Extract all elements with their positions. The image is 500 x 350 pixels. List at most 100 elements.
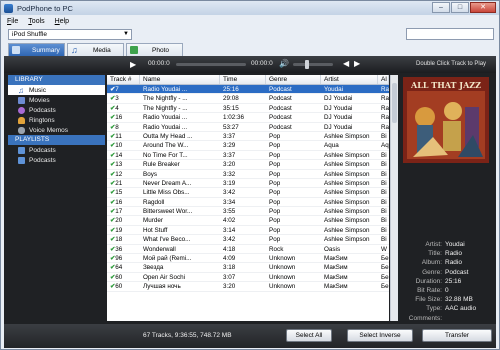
scroll-thumb[interactable]	[392, 83, 397, 123]
album-cell: Bi	[381, 151, 387, 159]
album-cell: Bi	[381, 170, 387, 178]
column-genre[interactable]: Genre	[266, 75, 321, 84]
sidebar-item-playlist[interactable]: Podcasts	[8, 155, 105, 165]
table-row[interactable]: ✔19 Hot Stuff 3:14 Pop Ashlee Simpson Bi	[107, 226, 389, 236]
album-cell: Bi	[381, 132, 387, 140]
table-row[interactable]: ✔13 Rule Breaker 3:20 Pop Ashlee Simpson Bi	[107, 160, 389, 170]
table-row[interactable]: ✔16 Ragdoll 3:34 Pop Ashlee Simpson Bi	[107, 198, 389, 208]
table-row[interactable]: ✔15 Little Miss Obs... 3:42 Pop Ashlee Simps…	[107, 188, 389, 198]
table-row[interactable]: ✔10 Around The W... 3:29 Pop Aqua Aq	[107, 141, 389, 151]
table-row[interactable]: ✔60 Лучшая ночь 3:20 Unknown МакSим Бе	[107, 282, 389, 292]
time-cell: 4:18	[223, 245, 236, 253]
track-number: 17	[115, 208, 123, 216]
column-time[interactable]: Time	[220, 75, 266, 84]
table-row[interactable]: ✔3 The Nightfly - ... 29:08 Podcast DJ Youda…	[107, 94, 389, 104]
time-cell: 4:09	[223, 255, 236, 263]
sidebar-item-music[interactable]: ♫ Music	[8, 85, 105, 95]
minimize-button[interactable]: –	[432, 2, 450, 13]
sidebar-item-playlist[interactable]: Podcasts	[8, 145, 105, 155]
detail-key: Bit Rate:	[417, 286, 442, 294]
select-inverse-button[interactable]: Select Inverse	[347, 329, 413, 342]
table-row[interactable]: ✔11 Outta My Head ... 3:37 Pop Ashlee Simpso…	[107, 132, 389, 142]
table-body: ✔7 Radio Youdai ... 25:16 Podcast Youdai Ra ✔3…	[107, 85, 389, 292]
table-row[interactable]: ✔16 Radio Youdai ... 1:02:36 Podcast DJ Youd…	[107, 113, 389, 123]
title-bar[interactable]: PodPhone to PC – □ ✕	[1, 1, 499, 15]
time-cell: 35:15	[223, 104, 239, 112]
artist-cell: Ashlee Simpson	[324, 151, 370, 159]
search-input[interactable]	[406, 28, 494, 40]
album-cell: Бе	[381, 283, 389, 291]
detail-row: Genre: Podcast	[401, 268, 494, 277]
table-row[interactable]: ✔21 Never Dream A... 3:19 Pop Ashlee Simpson…	[107, 179, 389, 189]
artist-cell: DJ Youdai	[324, 123, 353, 131]
sidebar: LIBRARY ♫ Music Movies Podcasts Ringtons…	[8, 75, 105, 323]
next-icon[interactable]: ▶	[354, 59, 360, 68]
track-number-cell: ✔60	[107, 282, 140, 290]
previous-icon[interactable]: ◀	[343, 59, 349, 68]
progress-slider[interactable]	[176, 63, 246, 66]
artist-cell: Youdai	[324, 86, 344, 93]
track-number-cell: ✔3	[107, 94, 140, 102]
name-cell: Around The W...	[143, 142, 189, 150]
artist-cell: Ashlee Simpson	[324, 161, 370, 169]
table-row[interactable]: ✔18 What I've Beco... 3:42 Pop Ashlee Simpso…	[107, 235, 389, 245]
genre-cell: Pop	[269, 142, 281, 150]
column-track[interactable]: Track #	[107, 75, 140, 84]
table-row[interactable]: ✔7 Radio Youdai ... 25:16 Podcast Youdai Ra	[107, 85, 389, 95]
sidebar-item-podcasts[interactable]: Podcasts	[8, 105, 105, 115]
table-scrollbar[interactable]	[390, 75, 398, 321]
sidebar-item-voice-memos[interactable]: Voice Memos	[8, 125, 105, 135]
tab-media[interactable]: ♫ Media	[67, 43, 124, 56]
tab-bar: Summary ♫ Media Photo	[8, 43, 183, 56]
sidebar-item-ringtones[interactable]: Ringtons	[8, 115, 105, 125]
volume-slider[interactable]	[293, 63, 333, 66]
menu-help[interactable]: Help	[55, 18, 69, 25]
volume-knob[interactable]	[305, 60, 309, 69]
close-button[interactable]: ✕	[470, 2, 496, 13]
album-cell: Ra	[381, 123, 389, 131]
device-dropdown-value: iPod Shuffle	[12, 31, 47, 38]
name-cell: Rule Breaker	[143, 161, 180, 169]
menu-tools[interactable]: Tools	[28, 18, 44, 25]
album-cell: Ra	[381, 86, 389, 93]
time-cell: 3:42	[223, 236, 236, 244]
column-album[interactable]: Al	[378, 75, 389, 84]
table-row[interactable]: ✔12 Boys 3:32 Pop Ashlee Simpson Bi	[107, 170, 389, 179]
tab-summary[interactable]: Summary	[8, 43, 65, 56]
sidebar-item-movies[interactable]: Movies	[8, 95, 105, 105]
track-number-cell: ✔64	[107, 263, 140, 271]
table-header: Track # Name Time Genre Artist Al	[107, 75, 389, 85]
table-row[interactable]: ✔64 Звезда 3:18 Unknown МакSим Бе	[107, 263, 389, 273]
transfer-button[interactable]: Transfer	[422, 329, 492, 342]
play-icon[interactable]: ▶	[130, 60, 136, 69]
table-row[interactable]: ✔17 Bittersweet Wor... 3:55 Pop Ashlee Simps…	[107, 207, 389, 217]
chevron-down-icon: ▼	[123, 31, 129, 37]
track-number: 12	[115, 170, 123, 178]
table-row[interactable]: ✔60 Open Air Sochi 3:07 Unknown МакSим Бе	[107, 273, 389, 283]
album-cell: Бе	[381, 255, 389, 263]
genre-cell: Podcast	[269, 86, 292, 93]
device-dropdown[interactable]: iPod Shuffle ▼	[8, 29, 132, 40]
table-row[interactable]: ✔8 Radio Youdai ... 53:27 Podcast DJ Youdai R…	[107, 123, 389, 132]
table-row[interactable]: ✔20 Murder 4:02 Pop Ashlee Simpson Bi	[107, 216, 389, 226]
time-cell: 1:02:36	[223, 114, 245, 122]
volume-icon[interactable]: 🔊	[279, 59, 289, 68]
artist-cell: Ashlee Simpson	[324, 208, 370, 216]
table-row[interactable]: ✔36 Wonderwall 4:18 Rock Oasis W	[107, 245, 389, 255]
menu-file[interactable]: File	[7, 18, 18, 25]
sidebar-item-label: Ringtons	[29, 116, 55, 124]
table-row[interactable]: ✔14 No Time For T... 3:37 Pop Ashlee Simpson…	[107, 151, 389, 161]
table-row[interactable]: ✔4 The Nightfly - ... 35:15 Podcast DJ Youda…	[107, 104, 389, 114]
tab-photo[interactable]: Photo	[126, 43, 183, 56]
detail-value: 32.88 MB	[445, 296, 473, 304]
time-cell: 25:16	[223, 86, 239, 93]
track-number: 11	[115, 132, 122, 140]
app-icon	[4, 3, 13, 13]
select-all-button[interactable]: Select All	[286, 329, 332, 342]
column-name[interactable]: Name	[140, 75, 220, 84]
column-artist[interactable]: Artist	[321, 75, 378, 84]
detail-key: Type:	[426, 305, 442, 313]
table-row[interactable]: ✔96 Мой рай (Remi... 4:09 Unknown МакSим Бе	[107, 254, 389, 264]
track-number-cell: ✔10	[107, 141, 140, 149]
maximize-button[interactable]: □	[451, 2, 469, 13]
